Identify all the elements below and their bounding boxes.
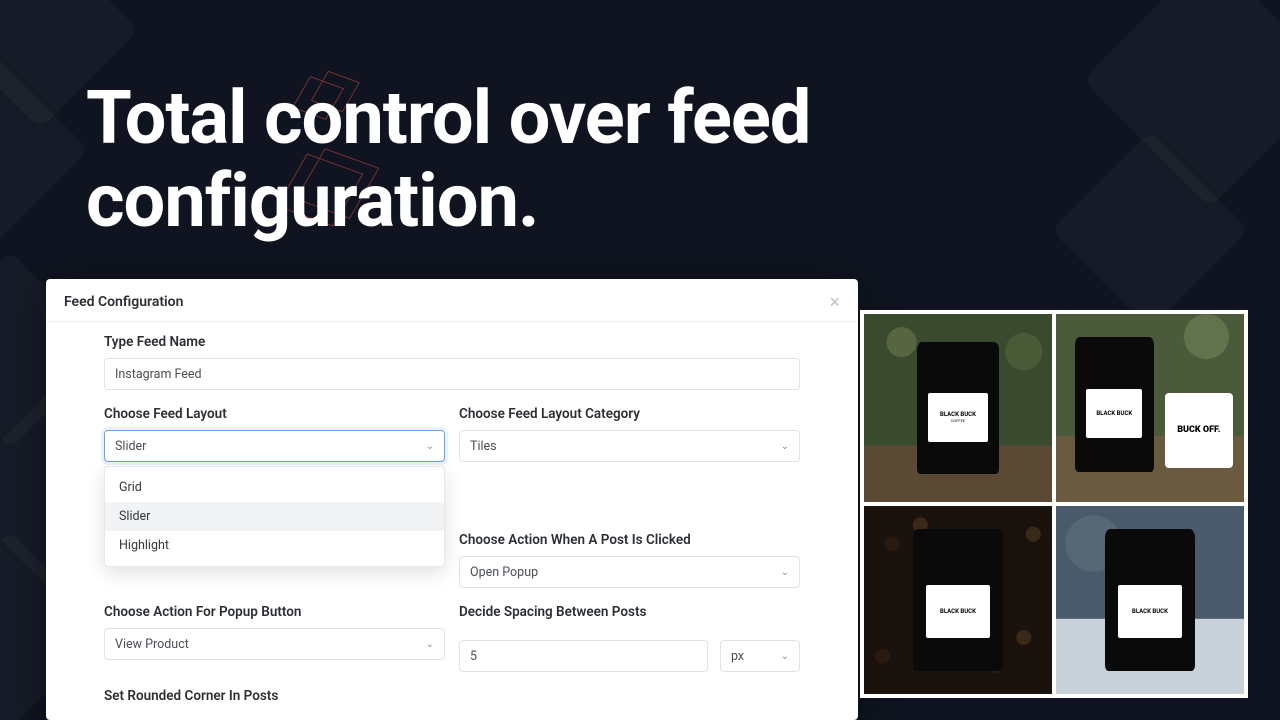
hero-title: Total control over feedconfiguration. <box>86 78 810 244</box>
post-action-select[interactable]: Open Popup⌄ <box>459 556 800 588</box>
gallery-tile: BLACK BUCKCOFFEE <box>864 314 1052 502</box>
layout-option-highlight[interactable]: Highlight <box>105 531 444 560</box>
feed-name-label: Type Feed Name <box>104 334 800 350</box>
layout-dropdown: Grid Slider Highlight <box>104 466 445 567</box>
gallery-tile: BLACK BUCK BUCK OFF. <box>1056 314 1244 502</box>
modal-header: Feed Configuration × <box>46 279 858 322</box>
gallery-tile: BLACK BUCK <box>1056 506 1244 694</box>
layout-label: Choose Feed Layout <box>104 406 445 422</box>
layout-select[interactable]: Slider⌄ <box>104 430 445 462</box>
feed-name-input[interactable]: Instagram Feed <box>104 358 800 390</box>
chevron-down-icon: ⌄ <box>781 567 789 578</box>
spacing-unit-select[interactable]: px⌄ <box>720 640 800 672</box>
gallery-tile: BLACK BUCK <box>864 506 1052 694</box>
chevron-down-icon: ⌄ <box>781 651 789 662</box>
modal-title: Feed Configuration <box>64 294 183 310</box>
layout-option-slider[interactable]: Slider <box>105 502 444 531</box>
rounded-label: Set Rounded Corner In Posts <box>104 688 445 704</box>
layout-option-grid[interactable]: Grid <box>105 473 444 502</box>
close-icon[interactable]: × <box>829 293 840 311</box>
feed-config-modal: Feed Configuration × Type Feed Name Inst… <box>46 279 858 720</box>
chevron-down-icon: ⌄ <box>781 441 789 452</box>
popup-button-label: Choose Action For Popup Button <box>104 604 445 620</box>
chevron-down-icon: ⌄ <box>426 639 434 650</box>
product-gallery: BLACK BUCKCOFFEE BLACK BUCK BUCK OFF. BL… <box>860 310 1248 698</box>
chevron-down-icon: ⌄ <box>426 441 434 452</box>
layout-category-label: Choose Feed Layout Category <box>459 406 800 422</box>
spacing-input[interactable]: 5 <box>459 640 708 672</box>
popup-button-select[interactable]: View Product⌄ <box>104 628 445 660</box>
layout-category-select[interactable]: Tiles⌄ <box>459 430 800 462</box>
spacing-label: Decide Spacing Between Posts <box>459 604 800 620</box>
post-action-label: Choose Action When A Post Is Clicked <box>459 532 800 548</box>
